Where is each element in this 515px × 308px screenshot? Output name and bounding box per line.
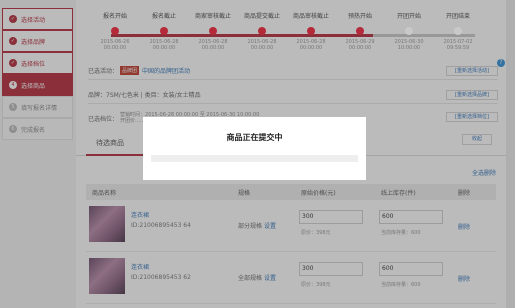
step-dot bbox=[356, 27, 364, 35]
step-dot bbox=[160, 27, 168, 35]
step-dot bbox=[111, 27, 119, 35]
step-dot bbox=[454, 27, 462, 35]
modal-overlay: 商品正在提交中 bbox=[0, 0, 515, 308]
step-dot bbox=[307, 27, 315, 35]
dialog-title: 商品正在提交中 bbox=[226, 133, 283, 142]
submit-progress-bar bbox=[151, 155, 358, 162]
step-dot bbox=[405, 27, 413, 35]
step-dot bbox=[258, 27, 266, 35]
step-dot bbox=[209, 27, 217, 35]
submitting-dialog: 商品正在提交中 bbox=[143, 117, 366, 180]
